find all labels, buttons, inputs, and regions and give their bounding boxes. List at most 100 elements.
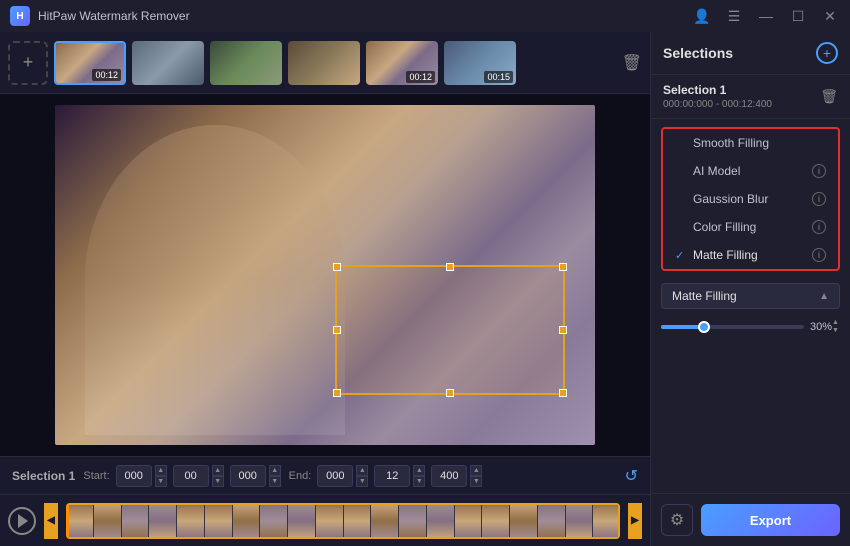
- start-hours-down[interactable]: ▼: [155, 476, 167, 487]
- thumbnail-1[interactable]: 00:12: [54, 41, 126, 85]
- thumbnail-3[interactable]: [210, 41, 282, 85]
- start-label: Start:: [83, 470, 109, 482]
- handle-top-left[interactable]: [333, 263, 341, 271]
- matte-filling-label: Matte Filling: [693, 248, 806, 262]
- end-hours-up[interactable]: ▲: [356, 465, 368, 476]
- handle-left-center[interactable]: [333, 326, 341, 334]
- start-hours-spin: ▲ ▼: [155, 465, 167, 487]
- right-panel-bottom: ⚙ Export: [651, 493, 850, 546]
- handle-bottom-left[interactable]: [333, 389, 341, 397]
- playhead[interactable]: [66, 503, 69, 539]
- end-seconds-input[interactable]: [431, 465, 467, 487]
- delete-media-button[interactable]: 🗑: [622, 53, 642, 73]
- slider-thumb[interactable]: [698, 321, 710, 333]
- matte-filling-info-icon[interactable]: i: [812, 248, 826, 262]
- end-minutes-spin: ▲ ▼: [413, 465, 425, 487]
- handle-top-center[interactable]: [446, 263, 454, 271]
- start-hours-up[interactable]: ▲: [155, 465, 167, 476]
- thumbnail-5-time: 00:12: [406, 71, 435, 83]
- gaussion-blur-info-icon[interactable]: i: [812, 192, 826, 206]
- thumbnail-2-bg: [132, 41, 204, 85]
- start-seconds-down[interactable]: ▼: [269, 476, 281, 487]
- play-button[interactable]: [8, 507, 36, 535]
- thumbnail-3-bg: [210, 41, 282, 85]
- opacity-slider[interactable]: [661, 325, 804, 329]
- main-content: + 00:12 00:12 00:15 🗑: [0, 32, 850, 546]
- selection-label: Selection 1: [12, 469, 75, 483]
- refresh-button[interactable]: ↺: [625, 466, 638, 486]
- start-seconds-input[interactable]: [230, 465, 266, 487]
- maximize-button[interactable]: ☐: [788, 6, 808, 26]
- start-seconds-up[interactable]: ▲: [269, 465, 281, 476]
- video-frame: [55, 105, 595, 445]
- end-minutes-input[interactable]: [374, 465, 410, 487]
- end-minutes-down[interactable]: ▼: [413, 476, 425, 487]
- end-seconds-group: ▲ ▼: [431, 465, 482, 487]
- plus-icon: +: [23, 52, 34, 73]
- start-minutes-up[interactable]: ▲: [212, 465, 224, 476]
- end-seconds-down[interactable]: ▼: [470, 476, 482, 487]
- handle-bottom-center[interactable]: [446, 389, 454, 397]
- app-title: HitPaw Watermark Remover: [38, 9, 190, 23]
- end-hours-down[interactable]: ▼: [356, 476, 368, 487]
- matte-filling-dropdown[interactable]: Matte Filling ▲: [661, 283, 840, 309]
- right-panel: Selections + Selection 1 000:00:000 - 00…: [650, 32, 850, 546]
- selection-item-info: Selection 1 000:00:000 - 000:12:400: [663, 83, 772, 110]
- minimize-button[interactable]: —: [756, 6, 776, 26]
- timeline-track[interactable]: [66, 503, 620, 539]
- matte-chevron-icon: ▲: [819, 291, 829, 302]
- handle-top-right[interactable]: [559, 263, 567, 271]
- start-minutes-down[interactable]: ▼: [212, 476, 224, 487]
- selection-delete-button[interactable]: 🗑: [820, 88, 838, 105]
- slider-spin-buttons: ▲ ▼: [832, 319, 839, 336]
- title-bar-left: H HitPaw Watermark Remover: [10, 6, 190, 26]
- profile-button[interactable]: 👤: [692, 6, 712, 26]
- thumbnail-strip: + 00:12 00:12 00:15 🗑: [0, 32, 650, 94]
- method-smooth-filling[interactable]: Smooth Filling: [663, 129, 838, 157]
- left-panel: + 00:12 00:12 00:15 🗑: [0, 32, 650, 546]
- add-media-button[interactable]: +: [8, 41, 48, 85]
- thumbnail-5[interactable]: 00:12: [366, 41, 438, 85]
- settings-button[interactable]: ⚙: [661, 504, 693, 536]
- end-hours-group: ▲ ▼: [317, 465, 368, 487]
- start-hours-group: ▲ ▼: [116, 465, 167, 487]
- selection-region[interactable]: [335, 265, 565, 395]
- timeline-bar: ◀: [0, 494, 650, 546]
- method-matte-filling[interactable]: ✓ Matte Filling i: [663, 241, 838, 269]
- export-button[interactable]: Export: [701, 504, 840, 536]
- start-minutes-input[interactable]: [173, 465, 209, 487]
- end-minutes-group: ▲ ▼: [374, 465, 425, 487]
- end-minutes-up[interactable]: ▲: [413, 465, 425, 476]
- slider-row: 30% ▲ ▼: [661, 319, 840, 336]
- thumbnail-4-bg: [288, 41, 360, 85]
- handle-right-center[interactable]: [559, 326, 567, 334]
- ai-model-info-icon[interactable]: i: [812, 164, 826, 178]
- color-filling-info-icon[interactable]: i: [812, 220, 826, 234]
- timeline-end-marker[interactable]: ▶: [628, 503, 642, 539]
- close-button[interactable]: ✕: [820, 6, 840, 26]
- menu-button[interactable]: ☰: [724, 6, 744, 26]
- method-color-filling[interactable]: Color Filling i: [663, 213, 838, 241]
- timeline-start-marker[interactable]: ◀: [44, 503, 58, 539]
- title-bar: H HitPaw Watermark Remover 👤 ☰ — ☐ ✕: [0, 0, 850, 32]
- thumbnail-6-time: 00:15: [484, 71, 513, 83]
- person-overlay: [85, 125, 345, 435]
- slider-down-button[interactable]: ▼: [832, 327, 839, 335]
- handle-bottom-right[interactable]: [559, 389, 567, 397]
- end-seconds-up[interactable]: ▲: [470, 465, 482, 476]
- selection-item-1[interactable]: Selection 1 000:00:000 - 000:12:400 🗑: [651, 75, 850, 119]
- method-gaussion-blur[interactable]: Gaussion Blur i: [663, 185, 838, 213]
- end-hours-input[interactable]: [317, 465, 353, 487]
- timeline-selection-region[interactable]: [66, 503, 620, 539]
- methods-dropdown-box: Smooth Filling AI Model i Gaussion Blur …: [661, 127, 840, 271]
- thumbnail-2[interactable]: [132, 41, 204, 85]
- start-minutes-spin: ▲ ▼: [212, 465, 224, 487]
- method-ai-model[interactable]: AI Model i: [663, 157, 838, 185]
- slider-value-display: 30% ▲ ▼: [810, 319, 840, 336]
- thumbnail-4[interactable]: [288, 41, 360, 85]
- add-selection-button[interactable]: +: [816, 42, 838, 64]
- thumbnail-6[interactable]: 00:15: [444, 41, 516, 85]
- start-seconds-group: ▲ ▼: [230, 465, 281, 487]
- start-hours-input[interactable]: [116, 465, 152, 487]
- slider-up-button[interactable]: ▲: [832, 319, 839, 327]
